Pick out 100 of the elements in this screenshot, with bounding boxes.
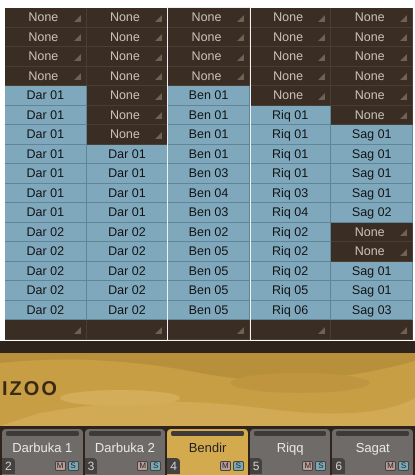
track-tab[interactable]: Darbuka 2 3 M S <box>84 428 166 475</box>
mute-button[interactable]: M <box>220 461 231 471</box>
pattern-cell[interactable]: Sag 01 <box>331 125 413 144</box>
pattern-cell[interactable]: Ben 01 <box>168 144 250 164</box>
dropdown-arrow-icon <box>74 54 81 60</box>
pattern-cell[interactable]: None <box>86 106 168 125</box>
solo-button[interactable]: S <box>315 461 326 471</box>
pattern-cell[interactable]: Sag 03 <box>331 300 413 320</box>
pattern-cell[interactable]: Riq 02 <box>250 262 332 281</box>
track-tab[interactable]: Sagat 6 M S <box>332 428 413 475</box>
pattern-cell[interactable]: Riq 02 <box>250 222 332 242</box>
pattern-cell[interactable]: Dar 01 <box>86 164 168 184</box>
pattern-cell[interactable]: Riq 02 <box>250 242 332 262</box>
pattern-cell[interactable]: Ben 04 <box>168 184 250 203</box>
solo-button[interactable]: S <box>232 461 244 471</box>
track-number: 5 <box>250 458 262 474</box>
pattern-cell[interactable]: Dar 01 <box>5 203 87 222</box>
track-tab[interactable]: Bendir 4 M S <box>167 428 248 475</box>
pattern-cell[interactable]: None <box>86 86 168 106</box>
pattern-cell[interactable]: None <box>5 28 87 47</box>
pattern-cell[interactable]: Ben 02 <box>168 222 250 242</box>
track-tab[interactable]: Riqq 5 M S <box>250 428 330 475</box>
pattern-cell[interactable]: Dar 02 <box>86 300 168 320</box>
pattern-cell[interactable]: Sag 01 <box>331 262 413 281</box>
pattern-cell[interactable]: None <box>250 86 332 106</box>
pattern-cell[interactable]: Sag 01 <box>331 184 413 203</box>
pattern-cell[interactable]: Sag 01 <box>331 144 413 164</box>
dropdown-arrow-icon <box>236 34 244 41</box>
mute-button[interactable]: M <box>302 461 314 471</box>
solo-button[interactable]: S <box>68 461 79 471</box>
pattern-cell[interactable]: Ben 03 <box>168 203 250 222</box>
pattern-cell[interactable]: Ben 05 <box>168 262 250 281</box>
pattern-cell[interactable]: None <box>5 8 87 28</box>
pattern-cell[interactable]: None <box>250 47 332 66</box>
pattern-cell[interactable]: None <box>86 66 168 86</box>
pattern-cell[interactable]: Sag 02 <box>331 203 413 222</box>
pattern-cell[interactable]: Ben 05 <box>168 242 250 262</box>
pattern-cell[interactable]: None <box>250 8 332 28</box>
pattern-cell[interactable]: Dar 02 <box>5 281 87 300</box>
track-tab[interactable]: Darbuka 1 2 M S <box>2 428 83 475</box>
pattern-cell[interactable]: Dar 01 <box>5 86 87 106</box>
pattern-cell[interactable]: None <box>331 106 413 125</box>
pattern-cell[interactable]: None <box>168 8 250 28</box>
pattern-cell[interactable]: Dar 02 <box>5 262 87 281</box>
pattern-cell[interactable]: Riq 01 <box>250 164 332 184</box>
pattern-cell[interactable]: Ben 01 <box>168 86 250 106</box>
pattern-cell[interactable]: None <box>331 222 413 242</box>
pattern-cell[interactable]: Ben 03 <box>168 164 250 184</box>
pattern-cell[interactable]: Dar 02 <box>5 222 87 242</box>
pattern-cell[interactable]: Riq 04 <box>250 203 332 222</box>
pattern-cell[interactable]: None <box>168 66 250 86</box>
pattern-cell[interactable]: None <box>168 28 250 47</box>
pattern-cell[interactable]: None <box>331 28 413 47</box>
pattern-cell[interactable]: Riq 01 <box>250 125 332 144</box>
pattern-cell[interactable]: None <box>168 47 250 66</box>
pattern-cell[interactable]: Riq 05 <box>250 281 332 300</box>
pattern-cell[interactable]: Dar 01 <box>5 125 87 144</box>
pattern-cell[interactable]: Dar 01 <box>86 184 168 203</box>
mute-button[interactable]: M <box>137 461 148 471</box>
pattern-cell[interactable]: None <box>86 125 168 144</box>
pattern-cell[interactable]: Dar 02 <box>5 242 87 262</box>
pattern-cell[interactable]: Ben 01 <box>168 106 250 125</box>
pattern-cell[interactable]: None <box>86 28 168 47</box>
pattern-cell[interactable]: Riq 06 <box>250 300 332 320</box>
pattern-cell[interactable]: Dar 01 <box>86 144 168 164</box>
mute-button[interactable]: M <box>384 461 396 471</box>
pattern-cell[interactable]: Dar 01 <box>5 184 87 203</box>
pattern-cell[interactable]: Dar 01 <box>86 203 168 222</box>
pattern-cell[interactable]: None <box>86 47 168 66</box>
pattern-cell[interactable]: None <box>250 66 332 86</box>
pattern-cell[interactable]: Sag 01 <box>331 281 413 300</box>
pattern-cell[interactable]: Riq 01 <box>250 106 332 125</box>
pattern-cell[interactable]: None <box>250 28 332 47</box>
pattern-cell[interactable]: None <box>5 47 87 66</box>
pattern-cell[interactable]: None <box>331 47 413 66</box>
pattern-cell[interactable]: Dar 02 <box>86 262 168 281</box>
pattern-cell[interactable]: None <box>331 8 413 28</box>
pattern-cell[interactable]: None <box>331 242 413 262</box>
pattern-cell[interactable]: None <box>86 8 168 28</box>
pattern-cell[interactable]: Ben 05 <box>168 281 250 300</box>
solo-button[interactable]: S <box>398 461 409 471</box>
pattern-cell[interactable]: Dar 02 <box>86 222 168 242</box>
pattern-cell[interactable]: Riq 03 <box>250 184 332 203</box>
pattern-cell[interactable]: Ben 01 <box>168 125 250 144</box>
pattern-cell[interactable]: Dar 01 <box>5 144 87 164</box>
pattern-cell[interactable]: Dar 01 <box>5 106 87 125</box>
pattern-cell[interactable]: Riq 01 <box>250 144 332 164</box>
pattern-cell[interactable]: None <box>5 66 87 86</box>
solo-button[interactable]: S <box>150 461 162 471</box>
mute-button[interactable]: M <box>54 461 66 471</box>
pattern-cell[interactable]: None <box>331 86 413 106</box>
pattern-cell[interactable]: Sag 01 <box>331 164 413 184</box>
pattern-cell[interactable]: Dar 02 <box>86 281 168 300</box>
pattern-cell[interactable]: Dar 01 <box>5 164 87 184</box>
pattern-cell[interactable]: None <box>331 66 413 86</box>
pattern-cell[interactable]: Dar 02 <box>5 300 87 320</box>
pattern-cell[interactable]: Ben 05 <box>168 300 250 320</box>
pattern-cell[interactable]: Dar 02 <box>86 242 168 262</box>
dropdown-arrow-icon <box>400 229 407 236</box>
dropdown-arrow-icon <box>400 73 407 80</box>
